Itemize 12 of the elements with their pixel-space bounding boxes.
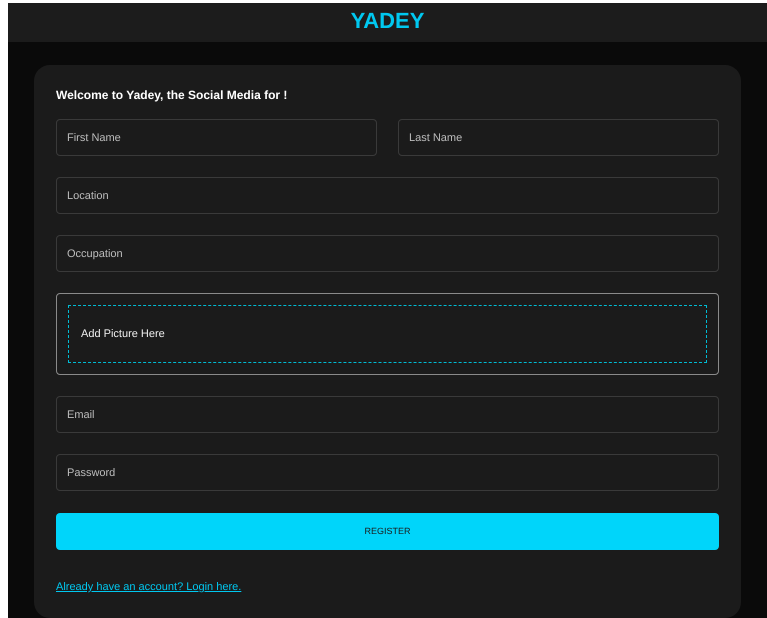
welcome-text: Welcome to Yadey, the Social Media for ! [56,87,288,103]
input-field[interactable]: Password [56,454,719,491]
input-field[interactable]: Occupation [56,235,719,272]
input-field[interactable]: First Name [56,119,377,156]
login-link[interactable]: Already have an account? Login here. [56,581,242,593]
input-field[interactable]: Location [56,177,719,214]
register-button[interactable]: REGISTER [56,513,719,550]
input-field[interactable]: Last Name [398,119,719,156]
picture-dropzone[interactable]: Add Picture Here [56,293,719,375]
input-field[interactable]: Email [56,396,719,433]
dropzone-label: Add Picture Here [81,326,165,342]
logo[interactable]: YADEY [350,7,424,42]
